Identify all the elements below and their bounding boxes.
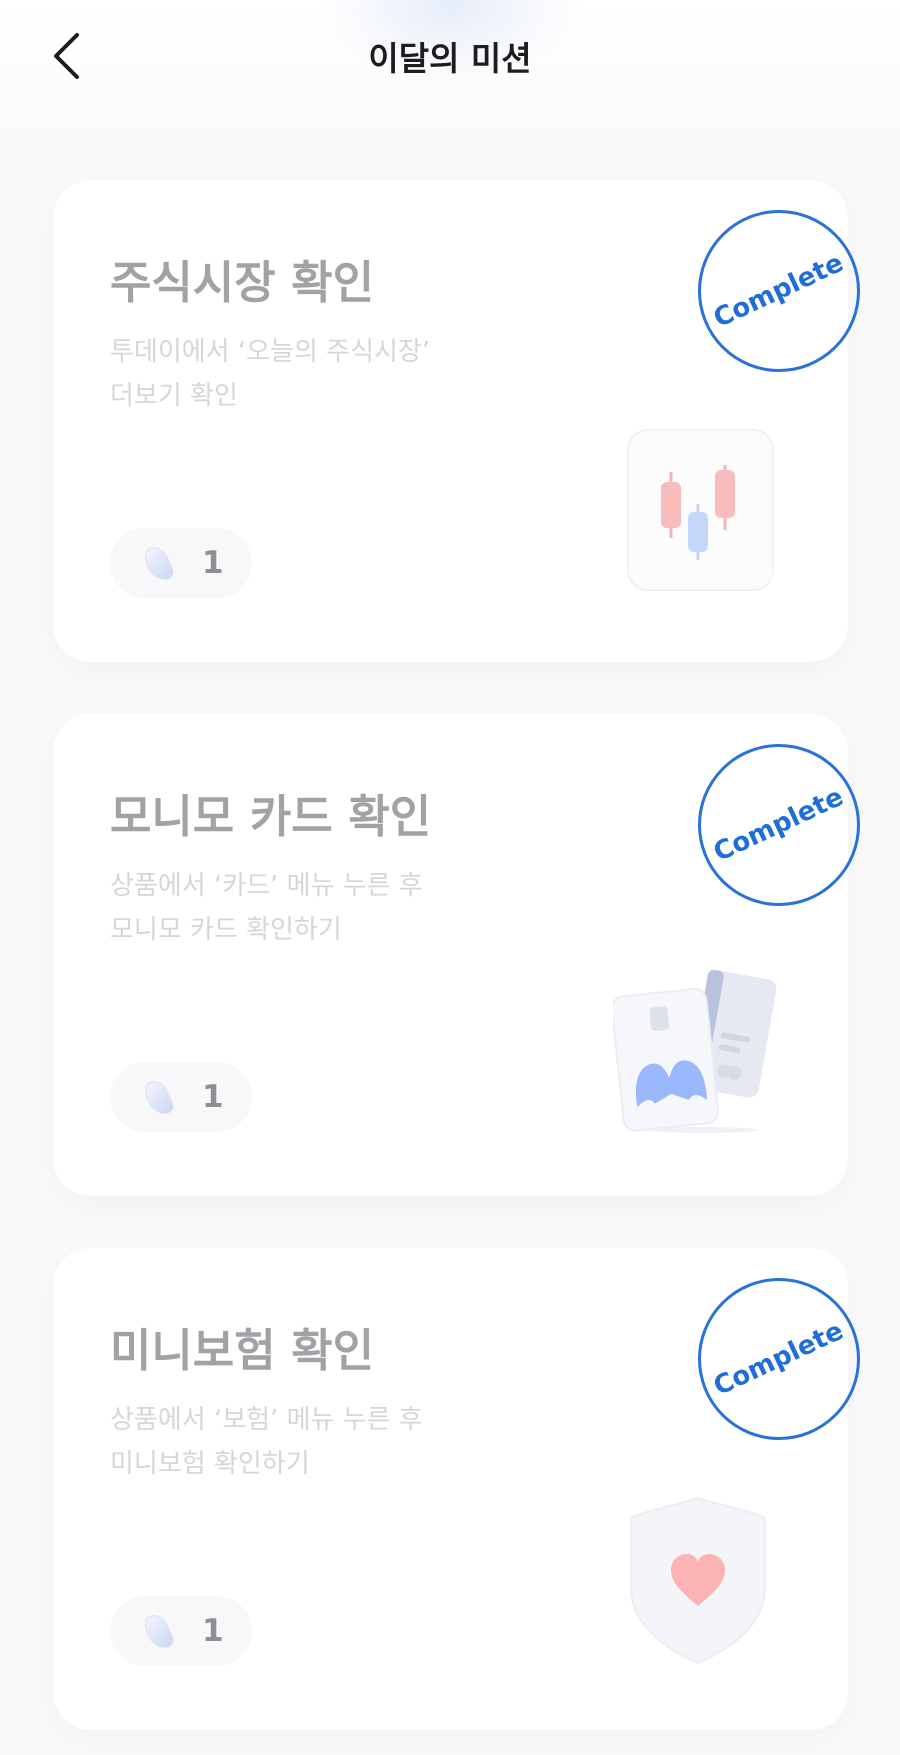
reward-count: 1 <box>202 545 224 581</box>
complete-stamp-label: Complete <box>709 247 849 335</box>
complete-stamp: Complete <box>698 744 860 906</box>
mission-description-line: 투데이에서 ‘오늘의 주식시장’ <box>110 337 431 367</box>
reward-badge: 1 <box>110 1596 252 1666</box>
mission-description-line: 미니보험 확인하기 <box>110 1449 310 1479</box>
mission-title: 미니보험 확인 <box>110 1324 375 1377</box>
mission-page: 이달의 미션 주식시장 확인 투데이에서 ‘오늘의 주식시장’ 더보기 확인 1… <box>0 0 900 1755</box>
mission-card-mini-insurance[interactable]: 미니보험 확인 상품에서 ‘보험’ 메뉴 누른 후 미니보험 확인하기 1 Co… <box>53 1248 860 1730</box>
credit-cards-icon <box>613 969 777 1133</box>
jelly-bean-icon <box>145 1081 174 1114</box>
mission-description-line: 상품에서 ‘보험’ 메뉴 누른 후 <box>110 1405 423 1435</box>
mission-description-line: 모니모 카드 확인하기 <box>110 915 342 945</box>
complete-stamp: Complete <box>698 1278 860 1440</box>
mission-card-monimo-card[interactable]: 모니모 카드 확인 상품에서 ‘카드’ 메뉴 누른 후 모니모 카드 확인하기 … <box>53 714 860 1196</box>
jelly-bean-icon <box>145 1615 174 1648</box>
mission-title: 주식시장 확인 <box>110 256 375 309</box>
candlestick-chart-icon <box>627 429 774 591</box>
reward-badge: 1 <box>110 528 252 598</box>
complete-stamp-label: Complete <box>709 1315 849 1403</box>
mission-card-stock-market[interactable]: 주식시장 확인 투데이에서 ‘오늘의 주식시장’ 더보기 확인 1 Comple… <box>53 180 860 662</box>
mission-description-line: 상품에서 ‘카드’ 메뉴 누른 후 <box>110 871 423 901</box>
mission-title: 모니모 카드 확인 <box>110 790 432 843</box>
mission-description: 상품에서 ‘카드’ 메뉴 누른 후 모니모 카드 확인하기 <box>110 864 530 952</box>
jelly-bean-icon <box>145 547 174 580</box>
mission-description: 투데이에서 ‘오늘의 주식시장’ 더보기 확인 <box>110 330 530 418</box>
reward-badge: 1 <box>110 1062 252 1132</box>
reward-count: 1 <box>202 1079 224 1115</box>
complete-stamp: Complete <box>698 210 860 372</box>
complete-stamp-label: Complete <box>709 781 849 869</box>
reward-count: 1 <box>202 1613 224 1649</box>
shield-heart-icon <box>630 1496 766 1665</box>
mission-description-line: 더보기 확인 <box>110 381 238 411</box>
header: 이달의 미션 <box>0 0 900 118</box>
page-title: 이달의 미션 <box>368 39 532 78</box>
mission-description: 상품에서 ‘보험’ 메뉴 누른 후 미니보험 확인하기 <box>110 1398 530 1486</box>
